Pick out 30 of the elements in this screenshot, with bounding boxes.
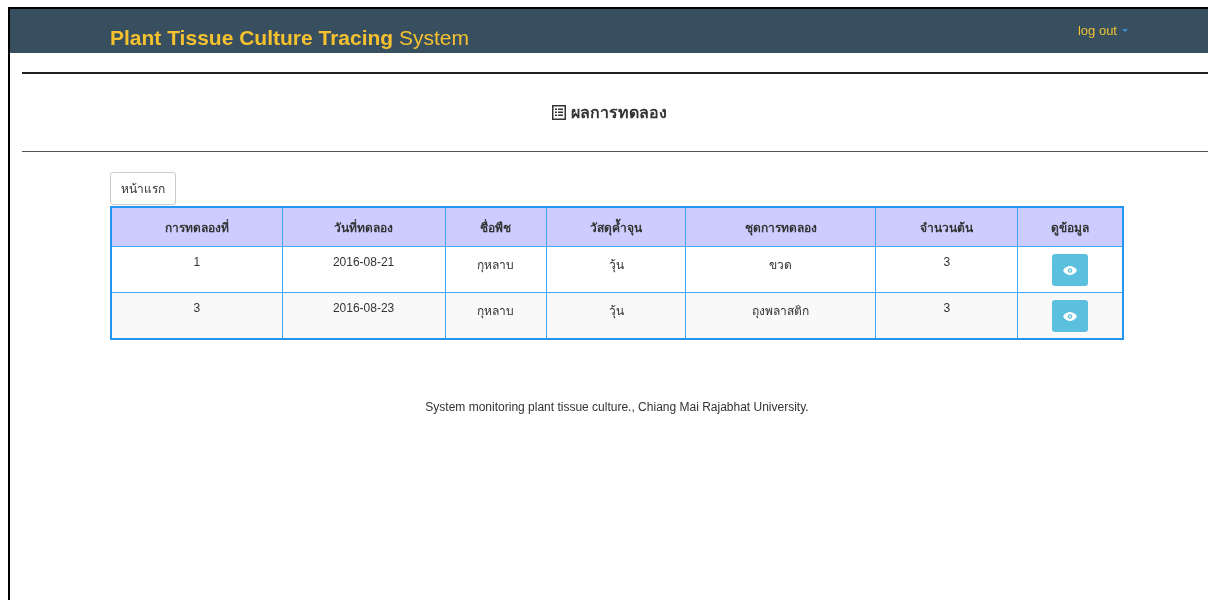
table-cell: 2016-08-23 bbox=[282, 292, 446, 339]
footer-text: System monitoring plant tissue culture., Chiang Mai Rajabhat University. bbox=[424, 399, 810, 414]
table-cell: วุ้น bbox=[546, 292, 686, 339]
column-header: ชุดการทดลอง bbox=[685, 207, 876, 247]
table-cell: ขวด bbox=[685, 246, 876, 293]
app-title: Plant Tissue Culture Tracing System bbox=[110, 26, 470, 50]
table-cell: 3 bbox=[875, 246, 1018, 293]
table-cell: 1 bbox=[111, 246, 283, 293]
table-cell: กุหลาบ bbox=[445, 246, 547, 293]
logout-menu[interactable]: log out bbox=[1077, 22, 1128, 38]
column-header: ดูข้อมูล bbox=[1017, 207, 1123, 247]
eye-icon bbox=[1063, 311, 1078, 321]
table-cell: กุหลาบ bbox=[445, 292, 547, 339]
column-header: การทดลองที่ bbox=[111, 207, 283, 247]
view-button[interactable] bbox=[1052, 300, 1089, 332]
column-header: วันที่ทดลอง bbox=[282, 207, 446, 247]
table-cell: 3 bbox=[875, 292, 1018, 339]
home-button[interactable]: หน้าแรก bbox=[110, 172, 176, 205]
table-cell: วุ้น bbox=[546, 246, 686, 293]
table-cell: 2016-08-21 bbox=[282, 246, 446, 293]
page-heading: ผลการทดลอง bbox=[570, 103, 667, 123]
eye-icon bbox=[1063, 265, 1078, 275]
caret-icon bbox=[1122, 28, 1128, 32]
column-header: จำนวนต้น bbox=[875, 207, 1018, 247]
table-cell: ถุงพลาสติก bbox=[685, 292, 876, 339]
table-cell: 3 bbox=[111, 292, 283, 339]
column-header: ชื่อพืช bbox=[445, 207, 547, 247]
column-header: วัสดุค้ำจุน bbox=[546, 207, 686, 247]
view-button[interactable] bbox=[1052, 254, 1089, 286]
list-icon bbox=[551, 105, 566, 120]
